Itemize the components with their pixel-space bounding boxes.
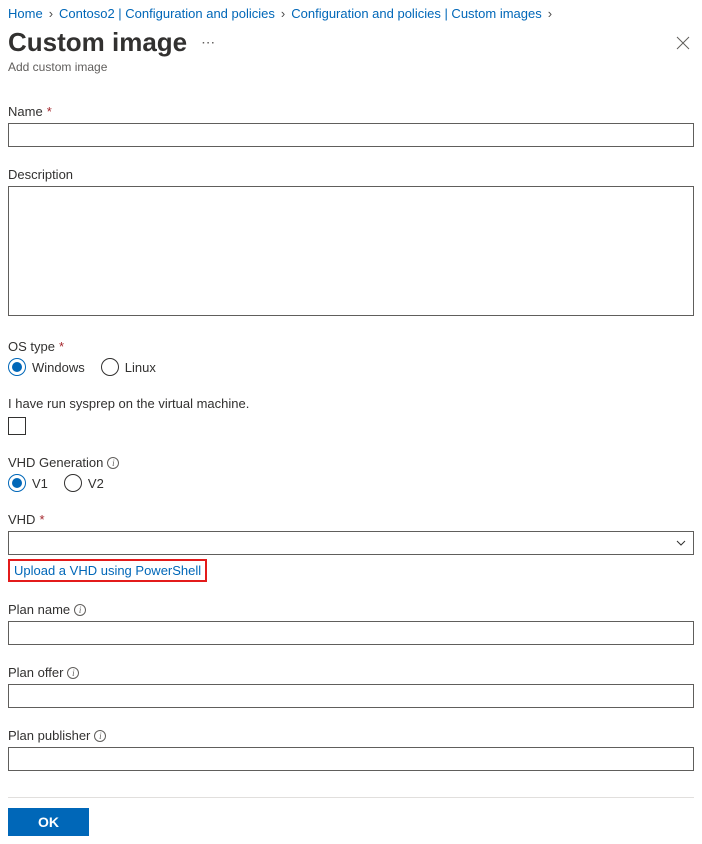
- page-title: Custom image: [8, 27, 187, 58]
- info-icon[interactable]: i: [107, 457, 119, 469]
- ostype-radio-linux[interactable]: Linux: [101, 358, 156, 376]
- plan-offer-label: Plan offer: [8, 665, 63, 680]
- ostype-radio-windows[interactable]: Windows: [8, 358, 85, 376]
- plan-name-field-group: Plan name i: [8, 602, 694, 645]
- vhdgen-radio-v1[interactable]: V1: [8, 474, 48, 492]
- close-button[interactable]: [672, 32, 694, 54]
- breadcrumb-config[interactable]: Contoso2 | Configuration and policies: [59, 6, 275, 21]
- name-input[interactable]: [8, 123, 694, 147]
- radio-icon: [101, 358, 119, 376]
- ostype-windows-label: Windows: [32, 360, 85, 375]
- ok-button[interactable]: OK: [8, 808, 89, 836]
- vhdgen-v1-label: V1: [32, 476, 48, 491]
- sysprep-field-group: I have run sysprep on the virtual machin…: [8, 396, 694, 435]
- sysprep-checkbox[interactable]: [8, 417, 26, 435]
- chevron-right-icon: ›: [281, 6, 285, 21]
- required-indicator: *: [47, 104, 52, 119]
- name-label: Name: [8, 104, 43, 119]
- chevron-right-icon: ›: [548, 6, 552, 21]
- plan-name-input[interactable]: [8, 621, 694, 645]
- chevron-down-icon: [675, 537, 687, 549]
- info-icon[interactable]: i: [74, 604, 86, 616]
- breadcrumb-custom-images[interactable]: Configuration and policies | Custom imag…: [291, 6, 542, 21]
- breadcrumb: Home › Contoso2 | Configuration and poli…: [8, 6, 694, 21]
- breadcrumb-home[interactable]: Home: [8, 6, 43, 21]
- plan-offer-field-group: Plan offer i: [8, 665, 694, 708]
- footer: OK: [8, 797, 694, 836]
- plan-offer-input[interactable]: [8, 684, 694, 708]
- ostype-label: OS type: [8, 339, 55, 354]
- more-icon[interactable]: ⋯: [201, 34, 216, 51]
- chevron-right-icon: ›: [49, 6, 53, 21]
- radio-icon: [64, 474, 82, 492]
- description-field-group: Description: [8, 167, 694, 319]
- plan-name-label: Plan name: [8, 602, 70, 617]
- sysprep-label: I have run sysprep on the virtual machin…: [8, 396, 249, 411]
- vhd-dropdown[interactable]: [8, 531, 694, 555]
- vhdgen-label: VHD Generation: [8, 455, 103, 470]
- page-subtitle: Add custom image: [8, 60, 694, 74]
- plan-publisher-label: Plan publisher: [8, 728, 90, 743]
- description-label: Description: [8, 167, 73, 182]
- plan-publisher-field-group: Plan publisher i: [8, 728, 694, 771]
- info-icon[interactable]: i: [94, 730, 106, 742]
- vhdgen-v2-label: V2: [88, 476, 104, 491]
- info-icon[interactable]: i: [67, 667, 79, 679]
- upload-vhd-link[interactable]: Upload a VHD using PowerShell: [8, 559, 207, 582]
- vhd-field-group: VHD * Upload a VHD using PowerShell: [8, 512, 694, 582]
- name-field-group: Name *: [8, 104, 694, 147]
- radio-icon: [8, 474, 26, 492]
- close-icon: [676, 36, 690, 50]
- vhdgen-radio-v2[interactable]: V2: [64, 474, 104, 492]
- required-indicator: *: [39, 512, 44, 527]
- required-indicator: *: [59, 339, 64, 354]
- plan-publisher-input[interactable]: [8, 747, 694, 771]
- vhdgen-field-group: VHD Generation i V1 V2: [8, 455, 694, 492]
- vhd-label: VHD: [8, 512, 35, 527]
- page-header: Custom image ⋯: [8, 27, 694, 58]
- description-input[interactable]: [8, 186, 694, 316]
- ostype-field-group: OS type * Windows Linux: [8, 339, 694, 376]
- ostype-linux-label: Linux: [125, 360, 156, 375]
- radio-icon: [8, 358, 26, 376]
